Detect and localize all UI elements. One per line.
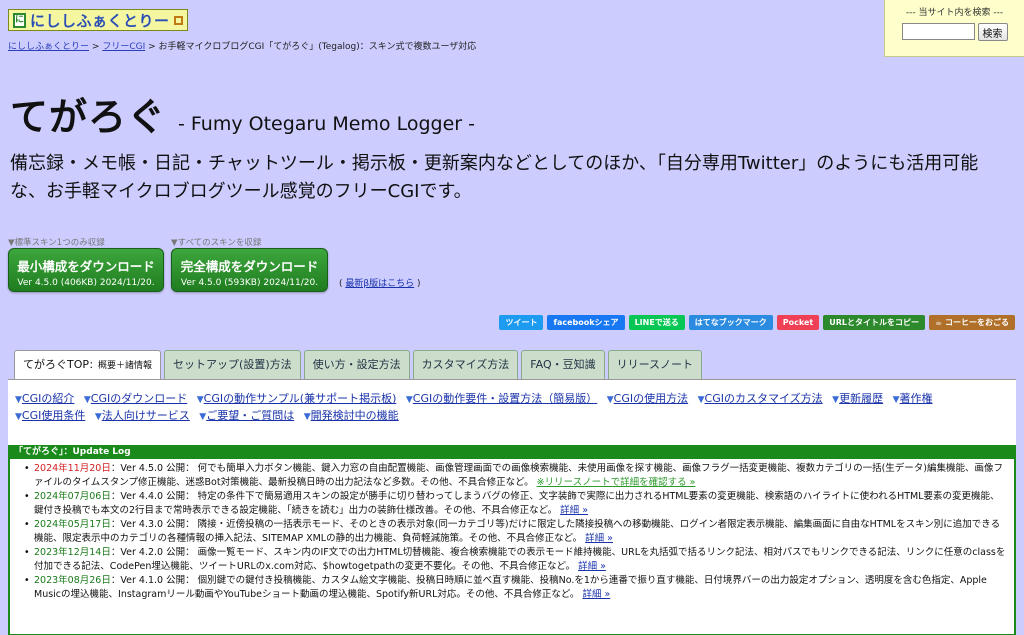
share-bar: ツイート facebookシェア LINEで送る はてなブックマーク Pocke… bbox=[499, 315, 1015, 330]
update-log: 「てがろぐ」：Update Log 2024年11月20日：Ver 4.5.0 … bbox=[8, 445, 1016, 635]
site-search-button[interactable]: 検索 bbox=[977, 23, 1008, 41]
tab-bar: てがろぐTOP：概要＋諸情報 セットアップ(設置)方法 使い方・設定方法 カスタ… bbox=[14, 350, 703, 380]
log-detail-link[interactable]: 詳細 » bbox=[560, 505, 588, 516]
log-entry: 2024年11月20日：Ver 4.5.0 公開： 何でも簡単入力ボタン機能、鍵… bbox=[24, 462, 1006, 489]
log-date: 2023年12月14日 bbox=[34, 547, 111, 558]
log-detail-link[interactable]: 詳細 » bbox=[578, 561, 606, 572]
share-facebook-button[interactable]: facebookシェア bbox=[547, 315, 625, 330]
breadcrumb-freecgi-link[interactable]: フリーCGI bbox=[102, 42, 145, 52]
logo-mark-icon: に bbox=[13, 12, 27, 28]
log-text: ：Ver 4.5.0 公開： 何でも簡単入力ボタン機能、鍵入力窓の自由配置機能、… bbox=[34, 463, 1004, 488]
share-tweet-button[interactable]: ツイート bbox=[499, 315, 544, 330]
tab-usage[interactable]: 使い方・設定方法 bbox=[303, 350, 410, 379]
tab-faq[interactable]: FAQ・豆知識 bbox=[521, 350, 605, 379]
content-panel: CGIの紹介 CGIのダウンロード CGIの動作サンプル(兼サポート掲示板) C… bbox=[8, 379, 1016, 635]
download-min-version: Ver 4.5.0 (406KB) 2024/11/20. bbox=[17, 278, 155, 288]
page-description: 備忘録・メモ帳・日記・チャットツール・掲示板・更新案内などとしてのほか、「自分専… bbox=[10, 153, 979, 202]
anchor-link-intro[interactable]: CGIの紹介 bbox=[15, 392, 74, 405]
breadcrumb-current: お手軽マイクロブログCGI「てがろぐ」(Tegalog)：スキン式で複数ユーザ対… bbox=[158, 42, 477, 52]
site-search-box: --- 当サイト内を検索 --- 検索 bbox=[884, 0, 1024, 57]
download-min-button[interactable]: 最小構成をダウンロード Ver 4.5.0 (406KB) 2024/11/20… bbox=[8, 248, 164, 292]
page-subtitle: - Fumy Otegaru Memo Logger - bbox=[178, 113, 475, 135]
share-line-button[interactable]: LINEで送る bbox=[628, 315, 685, 330]
download-min-label: 最小構成をダウンロード bbox=[17, 259, 155, 274]
log-date: 2024年05月17日 bbox=[34, 519, 111, 530]
log-detail-link[interactable]: 詳細 » bbox=[582, 589, 610, 600]
site-search-label: --- 当サイト内を検索 --- bbox=[905, 8, 1004, 18]
tab-setup[interactable]: セットアップ(設置)方法 bbox=[164, 350, 301, 379]
log-text: ：Ver 4.2.0 公開： 画像一覧モード、スキン内のIF文での出力HTML切… bbox=[34, 547, 1006, 572]
tab-top[interactable]: てがろぐTOP：概要＋諸情報 bbox=[14, 350, 162, 380]
log-entry: 2023年08月26日：Ver 4.1.0 公開： 個別鍵での鍵付き投稿機能、カ… bbox=[24, 574, 1006, 601]
download-min-caption: ▼標準スキン1つのみ収録 bbox=[8, 238, 105, 248]
page-title: てがろぐ bbox=[10, 95, 167, 139]
paren-open: ( bbox=[339, 279, 343, 289]
paren-close: ) bbox=[417, 279, 421, 289]
share-hatena-button[interactable]: はてなブックマーク bbox=[688, 315, 773, 330]
breadcrumb-separator: > bbox=[148, 42, 156, 52]
release-notes-link[interactable]: ※リリースノートで詳細を確認する » bbox=[537, 477, 696, 488]
log-entry: 2023年12月14日：Ver 4.2.0 公開： 画像一覧モード、スキン内のI… bbox=[24, 546, 1006, 573]
tab-release-notes[interactable]: リリースノート bbox=[607, 350, 703, 379]
logo-decoration-icon bbox=[173, 15, 183, 25]
breadcrumb-home-link[interactable]: にししふぁくとりー bbox=[8, 42, 89, 52]
update-log-title: 「てがろぐ」：Update Log bbox=[10, 447, 1014, 459]
download-full-button[interactable]: 完全構成をダウンロード Ver 4.5.0 (593KB) 2024/11/20… bbox=[171, 248, 328, 292]
anchor-link-usage[interactable]: CGIの使用方法 bbox=[607, 392, 688, 405]
anchor-link-sample[interactable]: CGIの動作サンプル(兼サポート掲示板) bbox=[197, 392, 397, 405]
log-date: 2024年07月06日 bbox=[34, 491, 111, 502]
log-date: 2023年08月26日 bbox=[34, 575, 111, 586]
log-date: 2024年11月20日 bbox=[34, 463, 111, 474]
log-entry: 2024年07月06日：Ver 4.4.0 公開： 特定の条件下で簡易適用スキン… bbox=[24, 490, 1006, 517]
tab-top-note: ：概要＋諸情報 bbox=[89, 361, 153, 371]
breadcrumb: にししふぁくとりー > フリーCGI > お手軽マイクロブログCGI「てがろぐ」… bbox=[8, 39, 476, 52]
anchor-nav: CGIの紹介 CGIのダウンロード CGIの動作サンプル(兼サポート掲示板) C… bbox=[8, 380, 1016, 425]
update-log-list: 2024年11月20日：Ver 4.5.0 公開： 何でも簡単入力ボタン機能、鍵… bbox=[10, 459, 1014, 601]
download-full-version: Ver 4.5.0 (593KB) 2024/11/20. bbox=[180, 278, 319, 288]
beta-version-link[interactable]: 最新β版はこちら bbox=[345, 279, 414, 289]
log-entry: 2024年05月17日：Ver 4.3.0 公開： 隣接・近傍投稿の一括表示モー… bbox=[24, 518, 1006, 545]
anchor-link-terms[interactable]: CGI使用条件 bbox=[15, 409, 85, 422]
tab-customize[interactable]: カスタマイズ方法 bbox=[412, 350, 519, 379]
log-detail-link[interactable]: 詳細 » bbox=[585, 533, 613, 544]
anchor-link-history[interactable]: 更新履歴 bbox=[832, 392, 883, 405]
page-header: てがろぐ - Fumy Otegaru Memo Logger - bbox=[10, 86, 475, 141]
tab-top-label: てがろぐTOP bbox=[23, 358, 90, 371]
copy-url-title-button[interactable]: URLとタイトルをコピー bbox=[823, 315, 926, 330]
anchor-link-customize[interactable]: CGIのカスタマイズ方法 bbox=[698, 392, 823, 405]
anchor-link-planned[interactable]: 開発検討中の機能 bbox=[304, 409, 399, 422]
anchor-link-requests[interactable]: ご要望・ご質問は bbox=[199, 409, 294, 422]
download-full-caption: ▼すべてのスキンを収録 bbox=[171, 238, 262, 248]
log-text: ：Ver 4.4.0 公開： 特定の条件下で簡易適用スキンの設定が勝手に切り替わ… bbox=[34, 491, 1000, 516]
share-pocket-button[interactable]: Pocket bbox=[776, 315, 820, 330]
logo-text: にししふぁくとりー bbox=[30, 11, 170, 30]
anchor-link-download[interactable]: CGIのダウンロード bbox=[84, 392, 187, 405]
site-search-input[interactable] bbox=[901, 23, 975, 40]
anchor-link-requirements[interactable]: CGIの動作要件・設置方法（簡易版） bbox=[406, 392, 597, 405]
download-full-label: 完全構成をダウンロード bbox=[180, 259, 319, 274]
log-text: ：Ver 4.3.0 公開： 隣接・近傍投稿の一括表示モード、そのときの表示対象… bbox=[34, 519, 1001, 544]
anchor-link-corporate[interactable]: 法人向けサービス bbox=[95, 409, 190, 422]
log-text: ：Ver 4.1.0 公開： 個別鍵での鍵付き投稿機能、カスタム絵文字機能、投稿… bbox=[34, 575, 987, 600]
anchor-link-copyright[interactable]: 著作権 bbox=[893, 392, 933, 405]
buy-coffee-button[interactable]: ☕ コーヒーをおごる bbox=[929, 315, 1015, 330]
breadcrumb-separator: > bbox=[91, 42, 100, 52]
beta-link-wrapper: ( 最新β版はこちら ) bbox=[339, 276, 421, 289]
site-logo[interactable]: に にししふぁくとりー bbox=[8, 9, 188, 31]
